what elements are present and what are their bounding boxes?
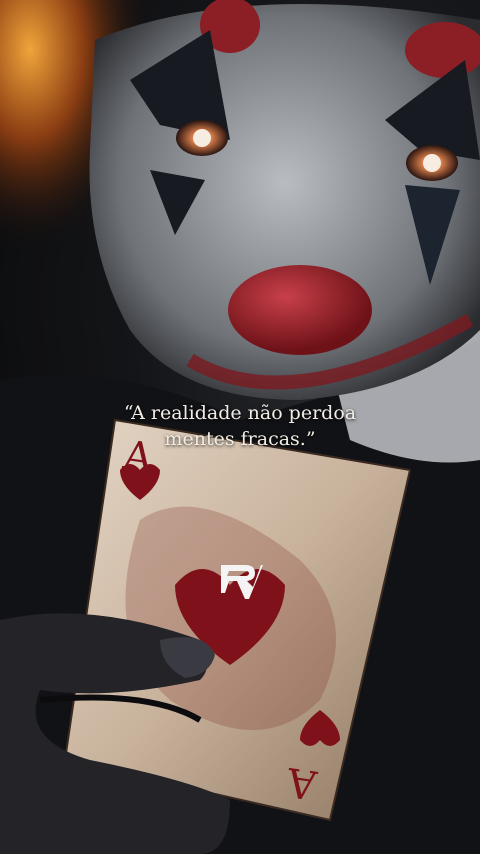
- quote-text: “A realidade não perdoa mentes fracas.”: [0, 400, 480, 452]
- quote-line-1: “A realidade não perdoa: [123, 402, 357, 424]
- left-pupil-glint: [193, 129, 211, 147]
- right-pupil-glint: [423, 154, 441, 172]
- red-nose: [228, 265, 372, 355]
- quote-line-2: mentes fracas.”: [164, 428, 316, 450]
- video-frame: A A “A realidade não perdoa mentes fraca…: [0, 0, 480, 854]
- rv-monogram-logo-icon: [221, 565, 263, 599]
